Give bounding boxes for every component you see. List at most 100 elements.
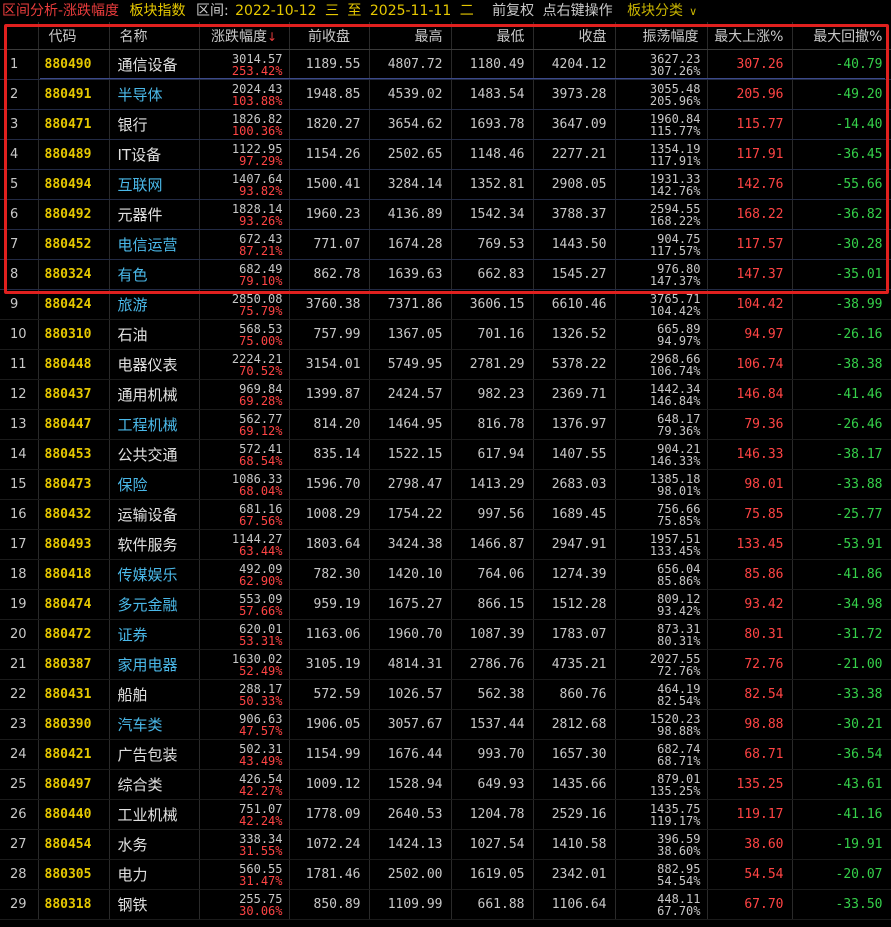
table-row[interactable]: 4 880489 IT设备 1122.95 97.29% 1154.26 2502.65 11… bbox=[0, 139, 891, 170]
category-dropdown[interactable]: 板块分类 ∨ bbox=[627, 3, 703, 19]
table-row[interactable]: 6 880492 元器件 1828.14 93.26% 1960.23 4136.89 154… bbox=[0, 199, 891, 230]
row-code[interactable]: 880418 bbox=[38, 559, 110, 590]
header-low[interactable]: 最低 bbox=[451, 22, 534, 50]
row-name[interactable]: 多元金融 bbox=[109, 589, 200, 620]
row-code[interactable]: 880490 bbox=[38, 49, 110, 80]
table-row[interactable]: 25 880497 综合类 426.54 42.27% 1009.12 1528.94 649… bbox=[0, 769, 891, 800]
row-name[interactable]: IT设备 bbox=[109, 139, 200, 170]
row-name[interactable]: 水务 bbox=[109, 829, 200, 860]
row-code[interactable]: 880491 bbox=[38, 79, 110, 110]
row-name[interactable]: 电器仪表 bbox=[109, 349, 200, 380]
row-code[interactable]: 880447 bbox=[38, 409, 110, 440]
row-name[interactable]: 电力 bbox=[109, 859, 200, 890]
row-code[interactable]: 880494 bbox=[38, 169, 110, 200]
header-name[interactable]: 名称 bbox=[109, 22, 200, 50]
row-code[interactable]: 880318 bbox=[38, 889, 110, 920]
row-code[interactable]: 880305 bbox=[38, 859, 110, 890]
title-analysis[interactable]: 区间分析 bbox=[2, 3, 58, 19]
end-date[interactable]: 2025-11-11 bbox=[370, 3, 451, 19]
row-code[interactable]: 880497 bbox=[38, 769, 110, 800]
table-row[interactable]: 16 880432 运输设备 681.16 67.56% 1008.29 1754.22 99… bbox=[0, 499, 891, 530]
table-row[interactable]: 9 880424 旅游 2850.08 75.79% 3760.38 7371.86 3606… bbox=[0, 289, 891, 320]
row-code[interactable]: 880448 bbox=[38, 349, 110, 380]
row-code[interactable]: 880310 bbox=[38, 319, 110, 350]
row-code[interactable]: 880437 bbox=[38, 379, 110, 410]
row-code[interactable]: 880493 bbox=[38, 529, 110, 560]
row-name[interactable]: 综合类 bbox=[109, 769, 200, 800]
table-row[interactable]: 7 880452 电信运营 672.43 87.21% 771.07 1674.28 769.… bbox=[0, 229, 891, 260]
table-row[interactable]: 29 880318 钢铁 255.75 30.06% 850.89 1109.99 661.8… bbox=[0, 889, 891, 920]
row-code[interactable]: 880453 bbox=[38, 439, 110, 470]
table-row[interactable]: 15 880473 保险 1086.33 68.04% 1596.70 2798.47 141… bbox=[0, 469, 891, 500]
header-max-up[interactable]: 最大上涨% bbox=[707, 22, 793, 50]
table-row[interactable]: 13 880447 工程机械 562.77 69.12% 814.20 1464.95 816… bbox=[0, 409, 891, 440]
table-row[interactable]: 27 880454 水务 338.34 31.55% 1072.24 1424.13 1027… bbox=[0, 829, 891, 860]
table-row[interactable]: 12 880437 通用机械 969.84 69.28% 1399.87 2424.57 98… bbox=[0, 379, 891, 410]
row-code[interactable]: 880471 bbox=[38, 109, 110, 140]
header-max-drawdown[interactable]: 最大回撤% bbox=[792, 22, 891, 50]
row-name[interactable]: 广告包装 bbox=[109, 739, 200, 770]
row-name[interactable]: 公共交通 bbox=[109, 439, 200, 470]
row-name[interactable]: 通用机械 bbox=[109, 379, 200, 410]
table-row[interactable]: 8 880324 有色 682.49 79.10% 862.78 1639.63 662.83… bbox=[0, 259, 891, 290]
table-row[interactable]: 21 880387 家用电器 1630.02 52.49% 3105.19 4814.31 2… bbox=[0, 649, 891, 680]
table-row[interactable]: 17 880493 软件服务 1144.27 63.44% 1803.64 3424.38 1… bbox=[0, 529, 891, 560]
row-name[interactable]: 软件服务 bbox=[109, 529, 200, 560]
table-row[interactable]: 28 880305 电力 560.55 31.47% 1781.46 2502.00 1619… bbox=[0, 859, 891, 890]
row-name[interactable]: 汽车类 bbox=[109, 709, 200, 740]
row-name[interactable]: 通信设备 bbox=[109, 49, 200, 80]
adjust-mode[interactable]: 前复权 bbox=[492, 3, 534, 19]
header-high[interactable]: 最高 bbox=[369, 22, 452, 50]
row-code[interactable]: 880489 bbox=[38, 139, 110, 170]
row-name[interactable]: 家用电器 bbox=[109, 649, 200, 680]
row-name[interactable]: 半导体 bbox=[109, 79, 200, 110]
table-row[interactable]: 22 880431 船舶 288.17 50.33% 572.59 1026.57 562.3… bbox=[0, 679, 891, 710]
row-code[interactable]: 880432 bbox=[38, 499, 110, 530]
row-code[interactable]: 880492 bbox=[38, 199, 110, 230]
table-row[interactable]: 5 880494 互联网 1407.64 93.82% 1500.41 3284.14 135… bbox=[0, 169, 891, 200]
row-name[interactable]: 元器件 bbox=[109, 199, 200, 230]
row-code[interactable]: 880473 bbox=[38, 469, 110, 500]
row-code[interactable]: 880472 bbox=[38, 619, 110, 650]
table-row[interactable]: 2 880491 半导体 2024.43 103.88% 1948.85 4539.02 14… bbox=[0, 79, 891, 110]
table-row[interactable]: 18 880418 传媒娱乐 492.09 62.90% 782.30 1420.10 764… bbox=[0, 559, 891, 590]
row-name[interactable]: 工程机械 bbox=[109, 409, 200, 440]
row-code[interactable]: 880324 bbox=[38, 259, 110, 290]
start-date[interactable]: 2022-10-12 bbox=[235, 3, 316, 19]
row-name[interactable]: 运输设备 bbox=[109, 499, 200, 530]
title-index-type[interactable]: 板块指数 bbox=[130, 3, 186, 19]
header-close[interactable]: 收盘 bbox=[533, 22, 616, 50]
table-row[interactable]: 14 880453 公共交通 572.41 68.54% 835.14 1522.15 617… bbox=[0, 439, 891, 470]
row-name[interactable]: 传媒娱乐 bbox=[109, 559, 200, 590]
row-code[interactable]: 880454 bbox=[38, 829, 110, 860]
row-name[interactable]: 银行 bbox=[109, 109, 200, 140]
row-code[interactable]: 880390 bbox=[38, 709, 110, 740]
row-code[interactable]: 880440 bbox=[38, 799, 110, 830]
row-name[interactable]: 石油 bbox=[109, 319, 200, 350]
row-name[interactable]: 船舶 bbox=[109, 679, 200, 710]
row-name[interactable]: 互联网 bbox=[109, 169, 200, 200]
row-code[interactable]: 880431 bbox=[38, 679, 110, 710]
table-row[interactable]: 3 880471 银行 1826.82 100.36% 1820.27 3654.62 169… bbox=[0, 109, 891, 140]
table-row[interactable]: 23 880390 汽车类 906.63 47.57% 1906.05 3057.67 153… bbox=[0, 709, 891, 740]
row-name[interactable]: 电信运营 bbox=[109, 229, 200, 260]
title-mode[interactable]: -涨跌幅度 bbox=[58, 3, 119, 19]
header-change[interactable]: 涨跌幅度↓ bbox=[199, 22, 290, 50]
row-code[interactable]: 880424 bbox=[38, 289, 110, 320]
table-row[interactable]: 26 880440 工业机械 751.07 42.24% 1778.09 2640.53 12… bbox=[0, 799, 891, 830]
row-name[interactable]: 保险 bbox=[109, 469, 200, 500]
row-code[interactable]: 880387 bbox=[38, 649, 110, 680]
table-row[interactable]: 19 880474 多元金融 553.09 57.66% 959.19 1675.27 866… bbox=[0, 589, 891, 620]
table-row[interactable]: 20 880472 证券 620.01 53.31% 1163.06 1960.70 1087… bbox=[0, 619, 891, 650]
row-name[interactable]: 证券 bbox=[109, 619, 200, 650]
row-name[interactable]: 旅游 bbox=[109, 289, 200, 320]
header-prev-close[interactable]: 前收盘 bbox=[289, 22, 370, 50]
table-row[interactable]: 1 880490 通信设备 3014.57 253.42% 1189.55 4807.72 1… bbox=[0, 49, 891, 80]
table-row[interactable]: 24 880421 广告包装 502.31 43.49% 1154.99 1676.44 99… bbox=[0, 739, 891, 770]
row-code[interactable]: 880452 bbox=[38, 229, 110, 260]
header-code[interactable]: 代码 bbox=[38, 22, 110, 50]
row-code[interactable]: 880474 bbox=[38, 589, 110, 620]
header-amplitude[interactable]: 振荡幅度 bbox=[615, 22, 708, 50]
row-name[interactable]: 有色 bbox=[109, 259, 200, 290]
table-row[interactable]: 11 880448 电器仪表 2224.21 70.52% 3154.01 5749.95 2… bbox=[0, 349, 891, 380]
